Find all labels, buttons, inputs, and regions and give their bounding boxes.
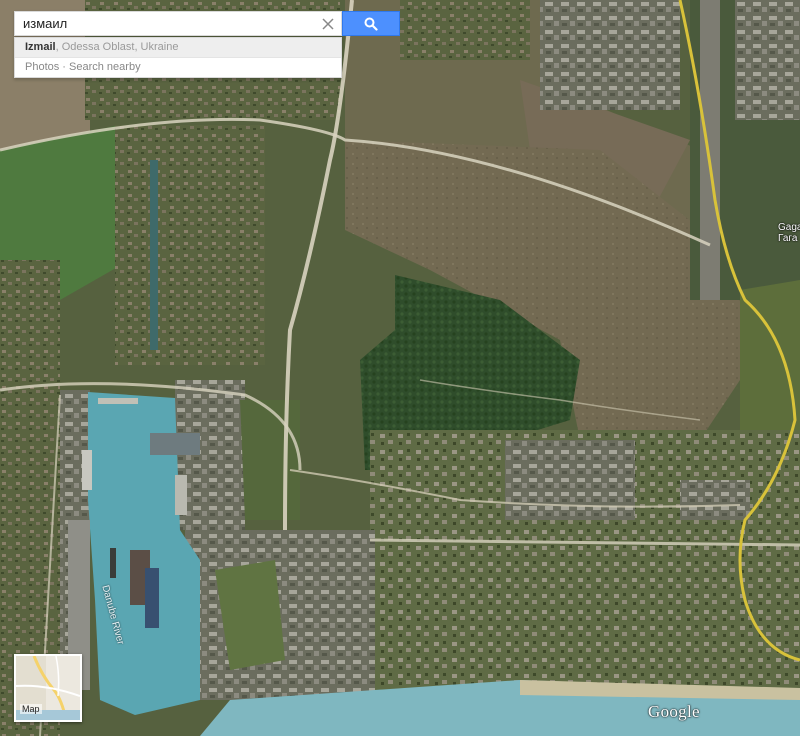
minimap-label: Map [20, 704, 42, 714]
search-button[interactable] [342, 11, 400, 36]
map-type-toggle[interactable]: Map [14, 654, 82, 722]
place-label-gagarin-cyrillic: Гага [778, 233, 798, 244]
suggestion-actions[interactable]: Photos · Search nearby [15, 58, 341, 77]
clear-search-button[interactable] [315, 12, 341, 35]
suggestion-name: Izmail [25, 41, 56, 53]
suggestion-izmail[interactable]: Izmail, Odessa Oblast, Ukraine [15, 38, 341, 58]
search-suggestions: Izmail, Odessa Oblast, Ukraine Photos · … [14, 37, 342, 78]
search-box [14, 11, 342, 36]
close-icon [322, 17, 334, 30]
search-icon [364, 17, 378, 31]
satellite-map[interactable]: Gaga Гага Danube River Izmail, Odessa Ob… [0, 0, 800, 736]
place-label-gagarin: Gaga [778, 222, 800, 233]
search-input[interactable] [15, 12, 315, 35]
google-logo: Google [648, 702, 700, 721]
suggestion-detail: , Odessa Oblast, Ukraine [55, 41, 179, 53]
